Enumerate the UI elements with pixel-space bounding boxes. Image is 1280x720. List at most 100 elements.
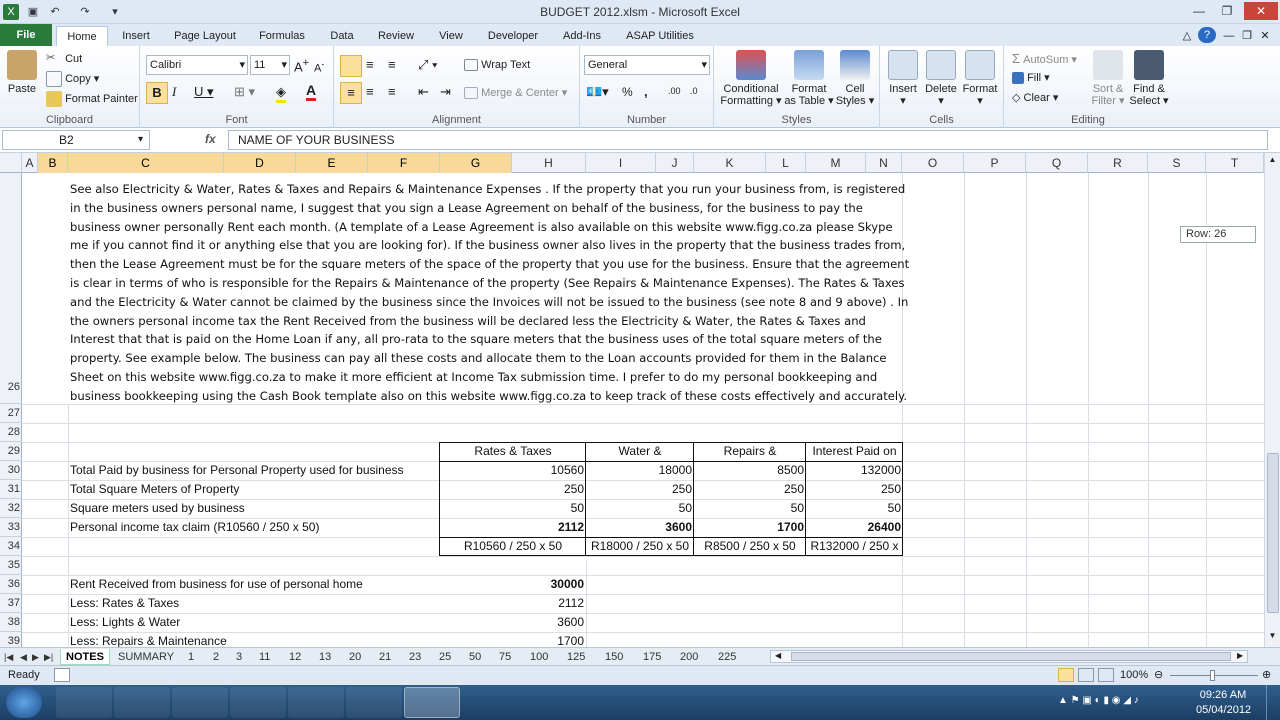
sheet-tab[interactable]: 21 [379, 649, 391, 665]
cell-formula-text[interactable]: R10560 / 250 x 50 [440, 537, 586, 556]
percent-icon[interactable]: % [622, 85, 633, 99]
column-header-b[interactable]: B [38, 153, 68, 173]
cell-value[interactable]: 2112 [440, 518, 586, 537]
sheet-tab[interactable]: 23 [409, 649, 421, 665]
show-desktop-button[interactable] [1266, 685, 1280, 720]
clear-button[interactable]: ◇ Clear ▾ [1012, 91, 1058, 104]
select-all-corner[interactable] [0, 153, 22, 173]
scroll-left-icon[interactable]: ◀ [775, 651, 781, 660]
find-select-button[interactable]: Find & Select ▾ [1128, 50, 1170, 107]
row-header-32[interactable]: 32 [0, 499, 22, 518]
row-header-26[interactable]: 26 [0, 173, 22, 404]
row-header-36[interactable]: 36 [0, 575, 22, 594]
column-header-a[interactable]: A [22, 153, 38, 173]
sheet-tab[interactable]: 3 [236, 649, 242, 665]
worksheet-grid[interactable]: See also Electricity & Water, Rates & Ta… [22, 173, 1264, 647]
increase-decimal-icon[interactable]: .00 [668, 86, 681, 96]
underline-button[interactable]: U ▾ [194, 84, 214, 100]
cell-value[interactable]: 18000 [586, 461, 694, 480]
tab-add-ins[interactable]: Add-Ins [556, 26, 608, 46]
insert-cells-button[interactable]: Insert ▾ [884, 50, 922, 107]
header-repairs[interactable]: Repairs & [694, 442, 806, 461]
align-middle-icon[interactable]: ≡ [366, 57, 374, 72]
column-header-h[interactable]: H [512, 153, 586, 173]
column-header-e[interactable]: E [296, 153, 368, 173]
cell-value[interactable]: 3600 [586, 518, 694, 537]
help-icon[interactable]: ? [1198, 27, 1216, 43]
minimize-icon[interactable]: — [1186, 2, 1212, 20]
row-header-27[interactable]: 27 [0, 404, 22, 423]
row-label-sqm-business[interactable]: Square meters used by business [70, 499, 440, 518]
column-header-i[interactable]: I [586, 153, 656, 173]
scroll-up-icon[interactable]: ▲ [1266, 155, 1279, 167]
scrollbar-thumb[interactable] [1267, 453, 1279, 613]
sheet-tab[interactable]: 50 [469, 649, 481, 665]
font-color-icon[interactable]: A [306, 82, 317, 101]
zoom-in-icon[interactable]: ⊕ [1262, 668, 1271, 681]
tab-data[interactable]: Data [324, 26, 360, 46]
row-header-30[interactable]: 30 [0, 461, 22, 480]
align-right-icon[interactable]: ≡ [388, 84, 396, 99]
fill-color-icon[interactable]: ◈ [276, 84, 286, 103]
cell-value[interactable]: 10560 [440, 461, 586, 480]
sheet-tab[interactable]: 13 [319, 649, 331, 665]
row-header-38[interactable]: 38 [0, 613, 22, 632]
cut-button[interactable]: ✂ Cut [46, 51, 82, 67]
sheet-tab[interactable]: 1 [188, 649, 194, 665]
internet-explorer-icon[interactable] [56, 687, 112, 718]
sheet-tab[interactable]: 150 [605, 649, 623, 665]
media-player-icon[interactable] [114, 687, 170, 718]
grow-font-icon[interactable]: A+ [294, 57, 309, 74]
column-header-j[interactable]: J [656, 153, 694, 173]
rent-value[interactable]: 3600 [512, 613, 586, 632]
cell-formula-text[interactable]: R8500 / 250 x 50 [694, 537, 806, 556]
row-header-39[interactable]: 39 [0, 632, 22, 647]
row-header-37[interactable]: 37 [0, 594, 22, 613]
cell-value[interactable]: 50 [586, 499, 694, 518]
sheet-tab[interactable]: 225 [718, 649, 736, 665]
sheet-tab[interactable]: 2 [213, 649, 219, 665]
doc-close-icon[interactable]: ✕ [1258, 26, 1272, 46]
format-cells-button[interactable]: Format ▾ [960, 50, 1000, 107]
row-label-total-sqm[interactable]: Total Square Meters of Property [70, 480, 440, 499]
insert-function-icon[interactable]: fx [205, 132, 216, 146]
cell-styles-button[interactable]: Cell Styles ▾ [834, 50, 876, 107]
format-painter-button[interactable]: Format Painter [46, 91, 138, 107]
column-header-f[interactable]: F [368, 153, 440, 173]
sort-filter-button[interactable]: Sort & Filter ▾ [1088, 50, 1128, 107]
decrease-decimal-icon[interactable]: .0 [690, 86, 698, 96]
cell-value[interactable]: 50 [440, 499, 586, 518]
doc-minimize-icon[interactable]: — [1222, 26, 1236, 46]
tray-icons[interactable]: ▲ ⚑ ▣ ◐ ▮ ◉ ◢ ♪ [1058, 695, 1139, 706]
cell-value[interactable]: 50 [694, 499, 806, 518]
camcorder-icon[interactable] [346, 687, 402, 718]
row-header-29[interactable]: 29 [0, 442, 22, 461]
row-header-35[interactable]: 35 [0, 556, 22, 575]
name-box-dropdown-icon[interactable]: ▾ [138, 134, 143, 145]
sheet-tab[interactable]: 175 [643, 649, 661, 665]
cell-formula-text[interactable]: R132000 / 250 x [806, 537, 903, 556]
page-break-view-icon[interactable] [1098, 668, 1114, 682]
conditional-formatting-button[interactable]: Conditional Formatting ▾ [718, 50, 784, 107]
cell-value[interactable]: 250 [586, 480, 694, 499]
header-rates-taxes[interactable]: Rates & Taxes [440, 442, 586, 461]
header-water[interactable]: Water & [586, 442, 694, 461]
sheet-tab[interactable]: 12 [289, 649, 301, 665]
rent-label[interactable]: Rent Received from business for use of p… [70, 575, 490, 594]
comma-icon[interactable]: , [644, 84, 648, 99]
last-sheet-icon[interactable]: ▶| [44, 649, 53, 665]
cell-value[interactable]: 250 [806, 480, 903, 499]
restore-icon[interactable]: ❐ [1214, 2, 1240, 20]
tab-developer[interactable]: Developer [482, 26, 544, 46]
cell-value[interactable]: 26400 [806, 518, 903, 537]
row-label-tax-claim[interactable]: Personal income tax claim (R10560 / 250 … [70, 518, 440, 537]
font-name-select[interactable]: Calibri ▾ [146, 55, 248, 75]
copy-button[interactable]: Copy ▾ [46, 71, 99, 87]
sheet-tab[interactable]: 100 [530, 649, 548, 665]
cell-value[interactable]: 250 [440, 480, 586, 499]
header-interest[interactable]: Interest Paid on [806, 442, 903, 461]
column-header-p[interactable]: P [964, 153, 1026, 173]
rent-label[interactable]: Less: Lights & Water [70, 613, 490, 632]
tab-view[interactable]: View [432, 26, 470, 46]
shrink-font-icon[interactable]: A- [314, 59, 324, 75]
